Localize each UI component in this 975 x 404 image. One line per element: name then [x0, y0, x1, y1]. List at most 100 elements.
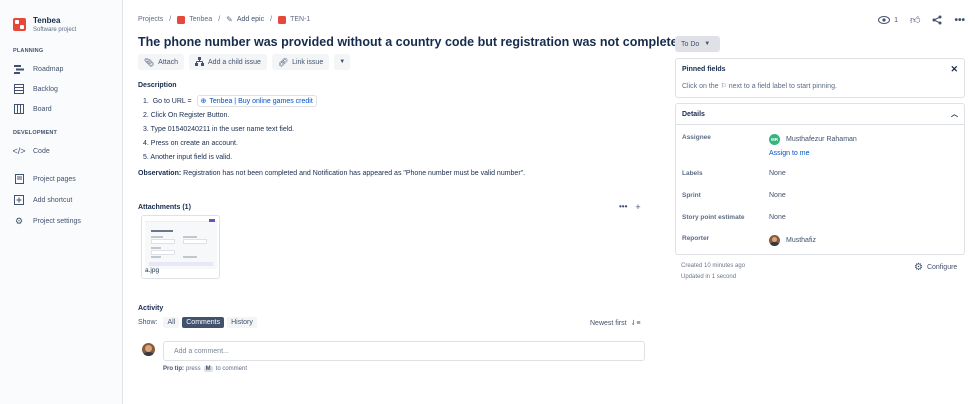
- reporter-value[interactable]: Musthafiz: [769, 235, 816, 246]
- breadcrumb-separator: /: [169, 16, 172, 23]
- url-link[interactable]: ⊕ Tenbea | Buy online games credit: [196, 95, 317, 107]
- link-issue-label: Link issue: [292, 58, 324, 66]
- issue-title[interactable]: The phone number was provided without a …: [138, 35, 689, 49]
- development-section-title: DEVELOPMENT: [13, 130, 58, 136]
- sidebar-item-label: Code: [33, 147, 50, 155]
- sidebar-item-label: Roadmap: [33, 65, 64, 73]
- sprint-value[interactable]: None: [769, 192, 786, 199]
- project-type: Software project: [33, 27, 77, 33]
- reporter-row: Reporter Musthafiz: [682, 235, 958, 246]
- assignee-row: Assignee MR Musthafezur Rahaman Assign t…: [682, 134, 958, 157]
- sidebar-item-add-shortcut[interactable]: Add shortcut: [13, 193, 72, 207]
- more-toolbar-button[interactable]: ▼: [334, 54, 351, 70]
- configure-label: Configure: [926, 264, 958, 271]
- status-dropdown[interactable]: To Do ▼: [675, 36, 720, 52]
- assign-to-me-link[interactable]: Assign to me: [769, 150, 857, 157]
- sidebar-item-label: Project pages: [33, 175, 76, 183]
- vote-button[interactable]: 👍︎: [910, 14, 920, 26]
- avatar: [769, 235, 780, 246]
- description-body[interactable]: 1. Go to URL = ⊕ Tenbea | Buy online gam…: [143, 94, 317, 164]
- project-logo-icon: [177, 15, 186, 24]
- close-icon[interactable]: ✕: [950, 64, 958, 75]
- attachments-tools: ••• +: [619, 202, 641, 212]
- sidebar-item-label: Board: [33, 105, 52, 113]
- bug-icon: [278, 15, 287, 24]
- assignee-label: Assignee: [682, 134, 711, 141]
- roadmap-icon: [13, 63, 25, 75]
- labels-value[interactable]: None: [769, 170, 786, 177]
- sprint-row: Sprint None: [682, 192, 958, 199]
- chevron-down-icon: ▼: [339, 59, 346, 65]
- sidebar-item-code[interactable]: </> Code: [13, 144, 50, 158]
- pro-tip-label: Pro tip:: [163, 366, 184, 372]
- assignee-value[interactable]: MR Musthafezur Rahaman: [769, 134, 857, 145]
- add-child-issue-button[interactable]: Add a child issue: [189, 54, 267, 70]
- sidebar-item-project-pages[interactable]: Project pages: [13, 172, 76, 186]
- sidebar-item-board[interactable]: Board: [13, 102, 52, 116]
- story-points-value[interactable]: None: [769, 214, 786, 221]
- sort-icon: ⇃≡: [630, 320, 641, 327]
- chevron-down-icon: ▼: [704, 41, 711, 47]
- observation-text: Registration has not been completed and …: [181, 170, 526, 177]
- created-timestamp: Created 10 minutes ago: [681, 263, 746, 269]
- link-icon: 🔗︎: [277, 57, 289, 67]
- activity-heading: Activity: [138, 305, 164, 312]
- filter-all-button[interactable]: All: [163, 317, 180, 328]
- eye-icon: [878, 16, 891, 24]
- attach-button[interactable]: 📎︎ Attach: [138, 54, 185, 70]
- breadcrumb-project[interactable]: Tenbea: [189, 16, 212, 23]
- more-icon[interactable]: •••: [619, 202, 627, 212]
- sort-label: Newest first: [590, 320, 627, 327]
- sidebar-item-label: Project settings: [33, 217, 81, 225]
- filter-history-button[interactable]: History: [227, 317, 257, 328]
- share-button[interactable]: [932, 15, 942, 25]
- board-icon: [13, 103, 25, 115]
- comment-input[interactable]: Add a comment...: [163, 341, 645, 361]
- sidebar: Tenbea Software project PLANNING Roadmap…: [0, 0, 123, 404]
- watcher-count: 1: [894, 16, 899, 24]
- description-step: 3. Type 01540240211 in the user name tex…: [143, 125, 295, 133]
- updated-timestamp: Updated in 1 second: [681, 274, 737, 280]
- pro-tip: Pro tip: press M to comment: [163, 366, 247, 372]
- sidebar-item-project-settings[interactable]: ⚙ Project settings: [13, 214, 81, 228]
- attachment-card[interactable]: a.jpg: [141, 215, 220, 279]
- labels-row: Labels None: [682, 170, 958, 177]
- breadcrumb-add-epic[interactable]: Add epic: [237, 16, 264, 23]
- issue-toolbar: 📎︎ Attach Add a child issue 🔗︎ Link issu…: [138, 54, 351, 70]
- breadcrumb-projects[interactable]: Projects: [138, 16, 163, 23]
- code-icon: </>: [12, 146, 26, 156]
- sort-order-button[interactable]: Newest first ⇃≡: [590, 319, 640, 327]
- description-step: 1. Go to URL = ⊕ Tenbea | Buy online gam…: [143, 94, 317, 108]
- avatar: MR: [769, 134, 780, 145]
- description-step: 5. Another input field is valid.: [143, 153, 233, 161]
- step-text: 1. Go to URL =: [143, 97, 194, 105]
- reporter-name: Musthafiz: [786, 237, 816, 244]
- configure-button[interactable]: ⚙ Configure: [914, 262, 957, 273]
- url-link-label: Tenbea | Buy online games credit: [209, 97, 313, 105]
- pinned-fields-text: Click on the ⚐ next to a field label to …: [682, 83, 837, 90]
- page-icon: [13, 173, 25, 185]
- pro-tip-text: press: [186, 366, 201, 372]
- assignee-name: Musthafezur Rahaman: [786, 136, 857, 143]
- link-issue-button[interactable]: 🔗︎ Link issue: [271, 54, 330, 70]
- shortcut-key: M: [203, 366, 213, 372]
- add-attachment-icon[interactable]: +: [635, 202, 640, 212]
- more-actions-button[interactable]: •••: [954, 15, 965, 26]
- gear-icon: ⚙: [914, 262, 923, 273]
- description-heading: Description: [138, 82, 177, 89]
- sidebar-item-backlog[interactable]: Backlog: [13, 82, 58, 96]
- breadcrumb-issue-key[interactable]: TEN-1: [290, 16, 310, 23]
- pro-tip-text: to comment: [215, 366, 248, 372]
- add-shortcut-icon: [13, 194, 25, 206]
- add-child-issue-label: Add a child issue: [208, 58, 261, 66]
- sidebar-item-roadmap[interactable]: Roadmap: [13, 62, 63, 76]
- details-header[interactable]: Details ︿: [676, 104, 964, 125]
- description-step: 2. Click On Register Button.: [143, 111, 230, 119]
- project-header[interactable]: Tenbea Software project: [13, 16, 76, 33]
- story-points-row: Story point estimate None: [682, 214, 958, 221]
- watch-button[interactable]: 1: [878, 16, 898, 24]
- filter-comments-button[interactable]: Comments: [182, 317, 225, 328]
- sprint-label: Sprint: [682, 192, 701, 199]
- project-name: Tenbea: [33, 16, 61, 25]
- pencil-icon: ✎: [226, 15, 233, 24]
